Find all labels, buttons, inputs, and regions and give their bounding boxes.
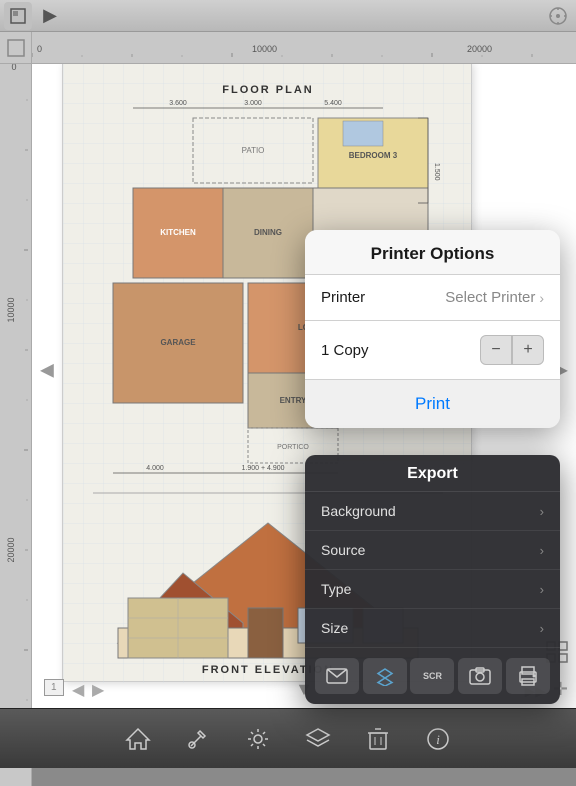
export-source-row[interactable]: Source ›	[305, 531, 560, 570]
svg-text:10000: 10000	[6, 297, 16, 322]
nav-arrow-left-bottom[interactable]: ◀	[72, 680, 84, 700]
svg-text:DINING: DINING	[254, 228, 282, 237]
printer-chevron-icon: ›	[539, 290, 544, 306]
export-print-button[interactable]	[506, 658, 550, 694]
export-source-chevron: ›	[540, 543, 544, 558]
copy-plus-button[interactable]: +	[512, 335, 544, 365]
export-size-chevron: ›	[540, 621, 544, 636]
layers-button[interactable]	[300, 721, 336, 757]
export-dropbox-button[interactable]	[363, 658, 407, 694]
svg-text:10000: 10000	[252, 44, 277, 54]
svg-text:GARAGE: GARAGE	[160, 338, 196, 347]
svg-text:i: i	[436, 732, 440, 747]
export-mail-button[interactable]	[315, 658, 359, 694]
info-button[interactable]: i	[420, 721, 456, 757]
svg-text:3.600: 3.600	[169, 100, 187, 107]
svg-text:ENTRY: ENTRY	[280, 396, 307, 405]
export-type-chevron: ›	[540, 582, 544, 597]
export-background-chevron: ›	[540, 504, 544, 519]
printer-value: Select Printer ›	[445, 289, 544, 306]
toolbar-icon-2[interactable]: ▶	[36, 2, 64, 30]
toolbar-icon-1[interactable]	[4, 2, 32, 30]
export-type-label: Type	[321, 581, 351, 597]
svg-text:4.000: 4.000	[146, 465, 164, 472]
export-icons-row: SCR	[305, 648, 560, 704]
svg-text:5.400: 5.400	[324, 100, 342, 107]
ruler-corner	[0, 32, 32, 64]
svg-text:20000: 20000	[6, 537, 16, 562]
svg-text:20000: 20000	[467, 44, 492, 54]
ruler-left: 0 10000 20000	[0, 50, 32, 786]
print-button[interactable]: Print	[415, 394, 450, 414]
scroll-left[interactable]: ◀	[40, 360, 54, 381]
export-size-label: Size	[321, 620, 348, 636]
svg-text:1.500: 1.500	[433, 163, 440, 181]
print-row: Print	[305, 380, 560, 428]
page-indicator: 1	[44, 679, 64, 696]
tools-button[interactable]	[180, 721, 216, 757]
svg-text:PATIO: PATIO	[242, 146, 265, 155]
printer-options-title: Printer Options	[305, 230, 560, 275]
export-screenshot-button[interactable]: SCR	[410, 658, 454, 694]
svg-text:BEDROOM 3: BEDROOM 3	[349, 151, 398, 160]
toolbar-top: ▶	[0, 0, 576, 32]
printer-label: Printer	[321, 289, 365, 306]
svg-text:1.900 + 4.900: 1.900 + 4.900	[241, 465, 284, 472]
nav-arrow-right-bottom[interactable]: ▶	[92, 680, 104, 700]
trash-button[interactable]	[360, 721, 396, 757]
svg-text:KITCHEN: KITCHEN	[160, 228, 196, 237]
copy-row: 1 Copy − +	[305, 321, 560, 380]
svg-text:FLOOR PLAN: FLOOR PLAN	[222, 84, 314, 96]
settings-button[interactable]	[240, 721, 276, 757]
export-background-row[interactable]: Background ›	[305, 492, 560, 531]
export-type-row[interactable]: Type ›	[305, 570, 560, 609]
copy-minus-button[interactable]: −	[480, 335, 512, 365]
copy-label: 1 Copy	[321, 342, 369, 359]
svg-text:PORTICO: PORTICO	[277, 444, 309, 451]
export-size-row[interactable]: Size ›	[305, 609, 560, 648]
printer-row[interactable]: Printer Select Printer ›	[305, 275, 560, 321]
export-photo-button[interactable]	[458, 658, 502, 694]
svg-text:0: 0	[37, 44, 42, 54]
ruler-top: 0 10000 20000	[32, 32, 576, 64]
copy-controls: − +	[480, 335, 544, 365]
export-source-label: Source	[321, 542, 365, 558]
svg-text:3.000: 3.000	[244, 100, 262, 107]
toolbar-bottom: i	[0, 708, 576, 768]
printer-options-popup: Printer Options Printer Select Printer ›…	[305, 230, 560, 428]
export-title: Export	[305, 455, 560, 492]
export-background-label: Background	[321, 503, 396, 519]
toolbar-icon-nav[interactable]	[544, 2, 572, 30]
home-button[interactable]	[120, 721, 156, 757]
export-popup: Export Background › Source › Type › Size…	[305, 455, 560, 704]
